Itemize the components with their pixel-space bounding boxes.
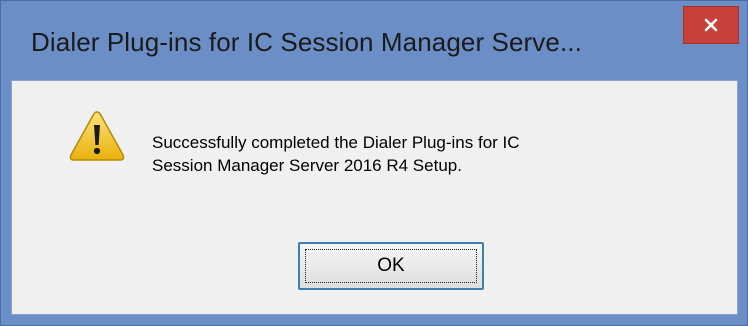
close-button[interactable] [683, 6, 739, 44]
close-icon [704, 18, 718, 32]
title-bar[interactable]: Dialer Plug-ins for IC Session Manager S… [1, 1, 747, 81]
dialog-window: Dialer Plug-ins for IC Session Manager S… [0, 0, 748, 326]
dialog-message: Successfully completed the Dialer Plug-i… [152, 131, 712, 177]
ok-button[interactable]: OK [298, 242, 484, 290]
ok-button-label: OK [377, 255, 405, 276]
dialog-body: Successfully completed the Dialer Plug-i… [11, 80, 738, 315]
message-line-2: Session Manager Server 2016 R4 Setup. [152, 156, 462, 175]
message-line-1: Successfully completed the Dialer Plug-i… [152, 133, 520, 152]
warning-icon [69, 111, 125, 161]
dialog-title: Dialer Plug-ins for IC Session Manager S… [31, 27, 582, 57]
